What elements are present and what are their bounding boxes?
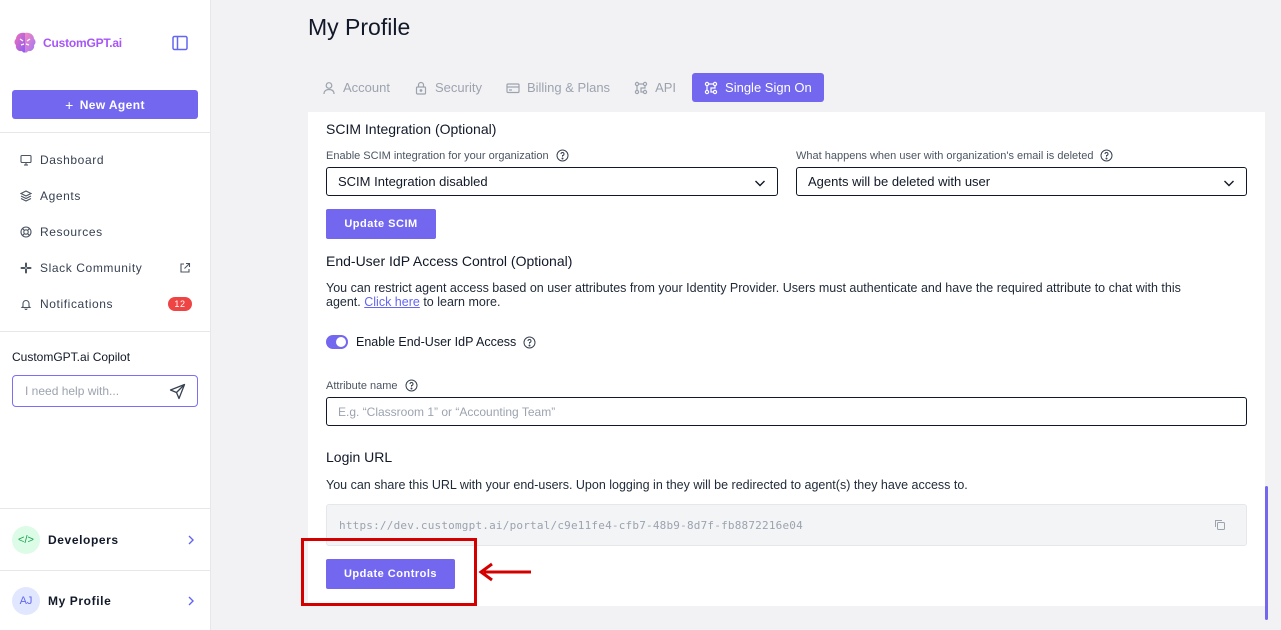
toggle-label-text: Enable End-User IdP Access bbox=[356, 335, 517, 349]
idp-description-text: to learn more. bbox=[423, 295, 501, 309]
chevron-down-icon bbox=[755, 180, 765, 187]
sidebar-toggle-icon[interactable] bbox=[171, 34, 189, 52]
avatar: AJ bbox=[12, 587, 40, 615]
tab-label: Single Sign On bbox=[725, 80, 812, 95]
divider bbox=[0, 132, 211, 133]
help-icon[interactable] bbox=[1100, 149, 1113, 162]
my-profile-label: My Profile bbox=[48, 594, 112, 608]
sidebar-item-notifications[interactable]: Notifications 12 bbox=[0, 286, 211, 322]
user-icon bbox=[323, 81, 335, 94]
attribute-name-label-text: Attribute name bbox=[326, 379, 398, 392]
sidebar-item-label: Slack Community bbox=[40, 261, 143, 275]
divider bbox=[0, 331, 211, 332]
login-url-title: Login URL bbox=[326, 449, 393, 465]
code-icon: </> bbox=[12, 526, 40, 554]
brain-logo-icon bbox=[14, 32, 36, 53]
help-icon[interactable] bbox=[556, 149, 569, 162]
my-profile-item[interactable]: AJ My Profile bbox=[0, 581, 211, 621]
copilot-input-box bbox=[12, 375, 198, 407]
brand-name: CustomGPT.ai bbox=[43, 36, 122, 50]
sso-icon bbox=[704, 81, 718, 94]
send-icon[interactable] bbox=[169, 383, 186, 400]
brand[interactable]: CustomGPT.ai bbox=[12, 30, 122, 56]
idp-section-title: End-User IdP Access Control (Optional) bbox=[326, 253, 573, 269]
help-icon[interactable] bbox=[523, 336, 536, 349]
sidebar-item-slack-community[interactable]: Slack Community bbox=[0, 250, 211, 286]
sidebar-item-label: Notifications bbox=[40, 297, 114, 311]
divider bbox=[0, 570, 211, 571]
scim-section-title: SCIM Integration (Optional) bbox=[326, 121, 497, 137]
sidebar-item-label: Resources bbox=[40, 225, 103, 239]
scim-delete-label: What happens when user with organization… bbox=[796, 149, 1113, 162]
copy-icon[interactable] bbox=[1214, 519, 1226, 531]
attribute-name-label: Attribute name bbox=[326, 379, 418, 392]
lock-icon bbox=[415, 81, 427, 95]
sidebar-item-dashboard[interactable]: Dashboard bbox=[0, 142, 211, 178]
lifebuoy-icon bbox=[20, 226, 32, 238]
copilot-title: CustomGPT.ai Copilot bbox=[12, 350, 131, 364]
sidebar: CustomGPT.ai + New Agent Dashboard Agent… bbox=[0, 0, 211, 630]
idp-description: You can restrict agent access based on u… bbox=[326, 281, 1251, 309]
attribute-name-input[interactable] bbox=[327, 398, 1246, 425]
scim-delete-select[interactable]: Agents will be deleted with user bbox=[796, 167, 1247, 196]
tab-security[interactable]: Security bbox=[406, 73, 490, 102]
idp-access-toggle[interactable] bbox=[326, 335, 348, 349]
tab-label: Billing & Plans bbox=[526, 80, 611, 95]
login-url-value: https://dev.customgpt.ai/portal/c9e11fe4… bbox=[339, 518, 803, 532]
divider bbox=[0, 508, 211, 509]
attribute-name-field bbox=[326, 397, 1247, 426]
chevron-right-icon bbox=[188, 596, 194, 606]
new-agent-label: New Agent bbox=[79, 97, 145, 112]
tab-account[interactable]: Account bbox=[314, 73, 398, 102]
slack-icon bbox=[20, 262, 32, 274]
bell-icon bbox=[20, 300, 32, 310]
arrow-left-icon bbox=[478, 562, 531, 582]
learn-more-link[interactable]: Click here bbox=[364, 295, 420, 309]
scim-enable-label: Enable SCIM integration for your organiz… bbox=[326, 149, 569, 162]
tab-label: Account bbox=[343, 80, 390, 95]
scim-delete-label-text: What happens when user with organization… bbox=[796, 149, 1094, 162]
idp-description-text: agent. bbox=[326, 295, 361, 309]
tab-single-sign-on[interactable]: Single Sign On bbox=[692, 73, 824, 102]
sidebar-item-label: Agents bbox=[40, 189, 81, 203]
notification-count-badge: 12 bbox=[168, 297, 192, 311]
highlight-box bbox=[301, 538, 477, 606]
scrollbar-thumb[interactable] bbox=[1265, 486, 1268, 620]
sidebar-nav: Dashboard Agents Resources Slack Communi… bbox=[0, 142, 211, 322]
toggle-knob bbox=[336, 337, 346, 347]
new-agent-button[interactable]: + New Agent bbox=[12, 90, 198, 119]
tab-label: API bbox=[655, 80, 677, 95]
developers-item[interactable]: </> Developers bbox=[0, 520, 211, 560]
sidebar-item-agents[interactable]: Agents bbox=[0, 178, 211, 214]
layers-icon bbox=[20, 190, 32, 202]
copilot-input[interactable] bbox=[25, 384, 175, 398]
dashboard-icon bbox=[20, 154, 32, 166]
page-title: My Profile bbox=[308, 14, 411, 40]
idp-access-toggle-label: Enable End-User IdP Access bbox=[356, 335, 536, 349]
scim-delete-value: Agents will be deleted with user bbox=[808, 174, 991, 189]
tab-label: Security bbox=[434, 80, 482, 95]
tab-billing-plans[interactable]: Billing & Plans bbox=[498, 73, 618, 102]
plus-icon: + bbox=[65, 96, 74, 113]
tab-api[interactable]: API bbox=[626, 73, 684, 102]
sidebar-item-label: Dashboard bbox=[40, 153, 105, 167]
sidebar-item-resources[interactable]: Resources bbox=[0, 214, 211, 250]
developers-label: Developers bbox=[48, 533, 119, 547]
chevron-right-icon bbox=[188, 535, 194, 545]
update-scim-button[interactable]: Update SCIM bbox=[326, 209, 436, 239]
login-url-description: You can share this URL with your end-use… bbox=[326, 478, 968, 492]
help-icon[interactable] bbox=[405, 379, 418, 392]
idp-description-text: You can restrict agent access based on u… bbox=[326, 281, 1181, 295]
external-link-icon bbox=[180, 262, 191, 273]
credit-card-icon bbox=[506, 82, 520, 93]
chevron-down-icon bbox=[1224, 180, 1234, 187]
api-icon bbox=[634, 81, 648, 94]
scim-enable-label-text: Enable SCIM integration for your organiz… bbox=[326, 149, 549, 162]
scim-enable-select[interactable]: SCIM Integration disabled bbox=[326, 167, 778, 196]
profile-tabs: Account Security Billing & Plans API Sin… bbox=[314, 73, 832, 102]
scim-enable-value: SCIM Integration disabled bbox=[338, 174, 488, 189]
